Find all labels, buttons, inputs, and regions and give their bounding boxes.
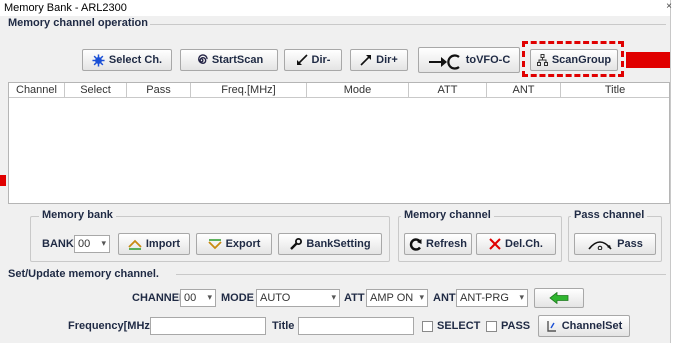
channel-table: Channel Select Pass Freq.[MHz] Mode ATT … xyxy=(8,82,670,204)
pass-label: Pass xyxy=(617,238,643,250)
title-input[interactable] xyxy=(298,317,414,335)
export-icon xyxy=(207,238,222,250)
chevron-down-icon: ▾ xyxy=(419,292,424,302)
start-scan-button[interactable]: StartScan xyxy=(180,49,278,71)
frequency-input[interactable] xyxy=(150,317,266,335)
refresh-button[interactable]: Refresh xyxy=(404,233,472,255)
set-update-section-label: Set/Update memory channel. xyxy=(8,268,159,280)
left-edge-marker xyxy=(0,175,6,186)
chevron-down-icon: ▾ xyxy=(207,292,212,302)
section-divider xyxy=(176,274,666,275)
column-ant[interactable]: ANT xyxy=(487,83,561,97)
to-vfo-c-label: toVFO-C xyxy=(465,54,511,66)
import-icon xyxy=(128,239,142,250)
close-icon[interactable]: × xyxy=(666,1,672,12)
refresh-label: Refresh xyxy=(426,238,467,250)
bank-setting-button[interactable]: BankSetting xyxy=(278,233,382,255)
bank-label: BANK xyxy=(42,238,74,250)
highlight-arrow xyxy=(626,52,670,68)
bypass-arc-icon xyxy=(587,238,613,250)
mode-select[interactable]: AUTO ▾ xyxy=(256,289,340,307)
memory-bank-title: Memory bank xyxy=(39,209,116,221)
select-ch-button[interactable]: Select Ch. xyxy=(82,49,172,71)
title-label: Title xyxy=(272,320,295,332)
dir-plus-button[interactable]: Dir+ xyxy=(350,49,408,71)
pass-checkbox[interactable] xyxy=(486,321,497,332)
wrench-icon xyxy=(289,237,303,251)
column-title[interactable]: Title xyxy=(561,83,669,97)
title-bar: Memory Bank - ARL2300 × xyxy=(0,0,672,16)
column-channel[interactable]: Channel xyxy=(9,83,65,97)
chevron-down-icon: ▾ xyxy=(101,238,106,248)
pass-checkbox-label: PASS xyxy=(501,320,531,332)
column-att[interactable]: ATT xyxy=(409,83,487,97)
channel-select-value: 00 xyxy=(184,292,197,304)
column-freq[interactable]: Freq.[MHz] xyxy=(191,83,307,97)
bank-select-value: 00 xyxy=(78,238,91,250)
section-divider xyxy=(150,24,666,25)
memory-channel-title: Memory channel xyxy=(401,209,494,221)
highlight-box xyxy=(522,41,624,77)
att-label: ATT xyxy=(344,292,365,304)
bank-select[interactable]: 00 ▾ xyxy=(74,235,110,253)
channel-label: CHANNEL xyxy=(132,292,186,304)
to-vfo-c-button[interactable]: toVFO-C xyxy=(418,47,520,73)
arrow-down-left-icon xyxy=(296,54,308,66)
delete-channel-button[interactable]: Del.Ch. xyxy=(476,233,556,255)
ant-label: ANT xyxy=(433,292,456,304)
mode-label: MODE xyxy=(221,292,254,304)
bank-setting-label: BankSetting xyxy=(306,238,371,250)
channel-select[interactable]: 00 ▾ xyxy=(180,289,216,307)
select-checkbox[interactable] xyxy=(422,321,433,332)
pass-button[interactable]: Pass xyxy=(574,233,656,255)
import-button[interactable]: Import xyxy=(118,233,190,255)
dir-minus-label: Dir- xyxy=(311,54,331,66)
arrow-up-right-icon xyxy=(360,54,372,66)
chevron-down-icon: ▾ xyxy=(331,292,336,302)
pass-channel-title: Pass channel xyxy=(571,209,648,221)
operation-section-label: Memory channel operation xyxy=(8,17,148,29)
channel-set-label: ChannelSet xyxy=(561,320,623,332)
att-select[interactable]: AMP ON ▾ xyxy=(366,289,428,307)
select-checkbox-label: SELECT xyxy=(437,320,481,332)
window-title: Memory Bank - ARL2300 xyxy=(4,2,127,14)
channel-set-icon xyxy=(546,320,558,333)
vfo-arrow-icon xyxy=(428,50,462,70)
dir-plus-label: Dir+ xyxy=(376,54,398,66)
green-left-arrow-icon xyxy=(549,292,569,304)
select-ch-label: Select Ch. xyxy=(108,54,163,66)
ant-select[interactable]: ANT-PRG ▾ xyxy=(456,289,528,307)
import-label: Import xyxy=(145,238,181,250)
chevron-down-icon: ▾ xyxy=(519,292,524,302)
column-mode[interactable]: Mode xyxy=(307,83,409,97)
refresh-icon xyxy=(409,237,422,251)
mode-select-value: AUTO xyxy=(260,292,291,304)
apply-arrow-button[interactable] xyxy=(534,288,584,308)
dir-minus-button[interactable]: Dir- xyxy=(284,49,342,71)
att-select-value: AMP ON xyxy=(370,292,414,304)
ant-select-value: ANT-PRG xyxy=(460,292,509,304)
column-select[interactable]: Select xyxy=(65,83,127,97)
spiral-icon xyxy=(195,53,208,67)
frequency-label: Frequency[MHz] xyxy=(68,320,154,332)
memory-bank-window: Memory Bank - ARL2300 × Memory channel o… xyxy=(0,0,672,343)
delete-channel-label: Del.Ch. xyxy=(505,238,543,250)
delete-x-icon xyxy=(489,238,501,250)
sun-icon xyxy=(92,53,105,67)
start-scan-label: StartScan xyxy=(211,54,264,66)
table-header: Channel Select Pass Freq.[MHz] Mode ATT … xyxy=(9,83,669,98)
column-pass[interactable]: Pass xyxy=(127,83,191,97)
channel-set-button[interactable]: ChannelSet xyxy=(538,315,630,337)
export-button[interactable]: Export xyxy=(196,233,272,255)
export-label: Export xyxy=(225,238,261,250)
